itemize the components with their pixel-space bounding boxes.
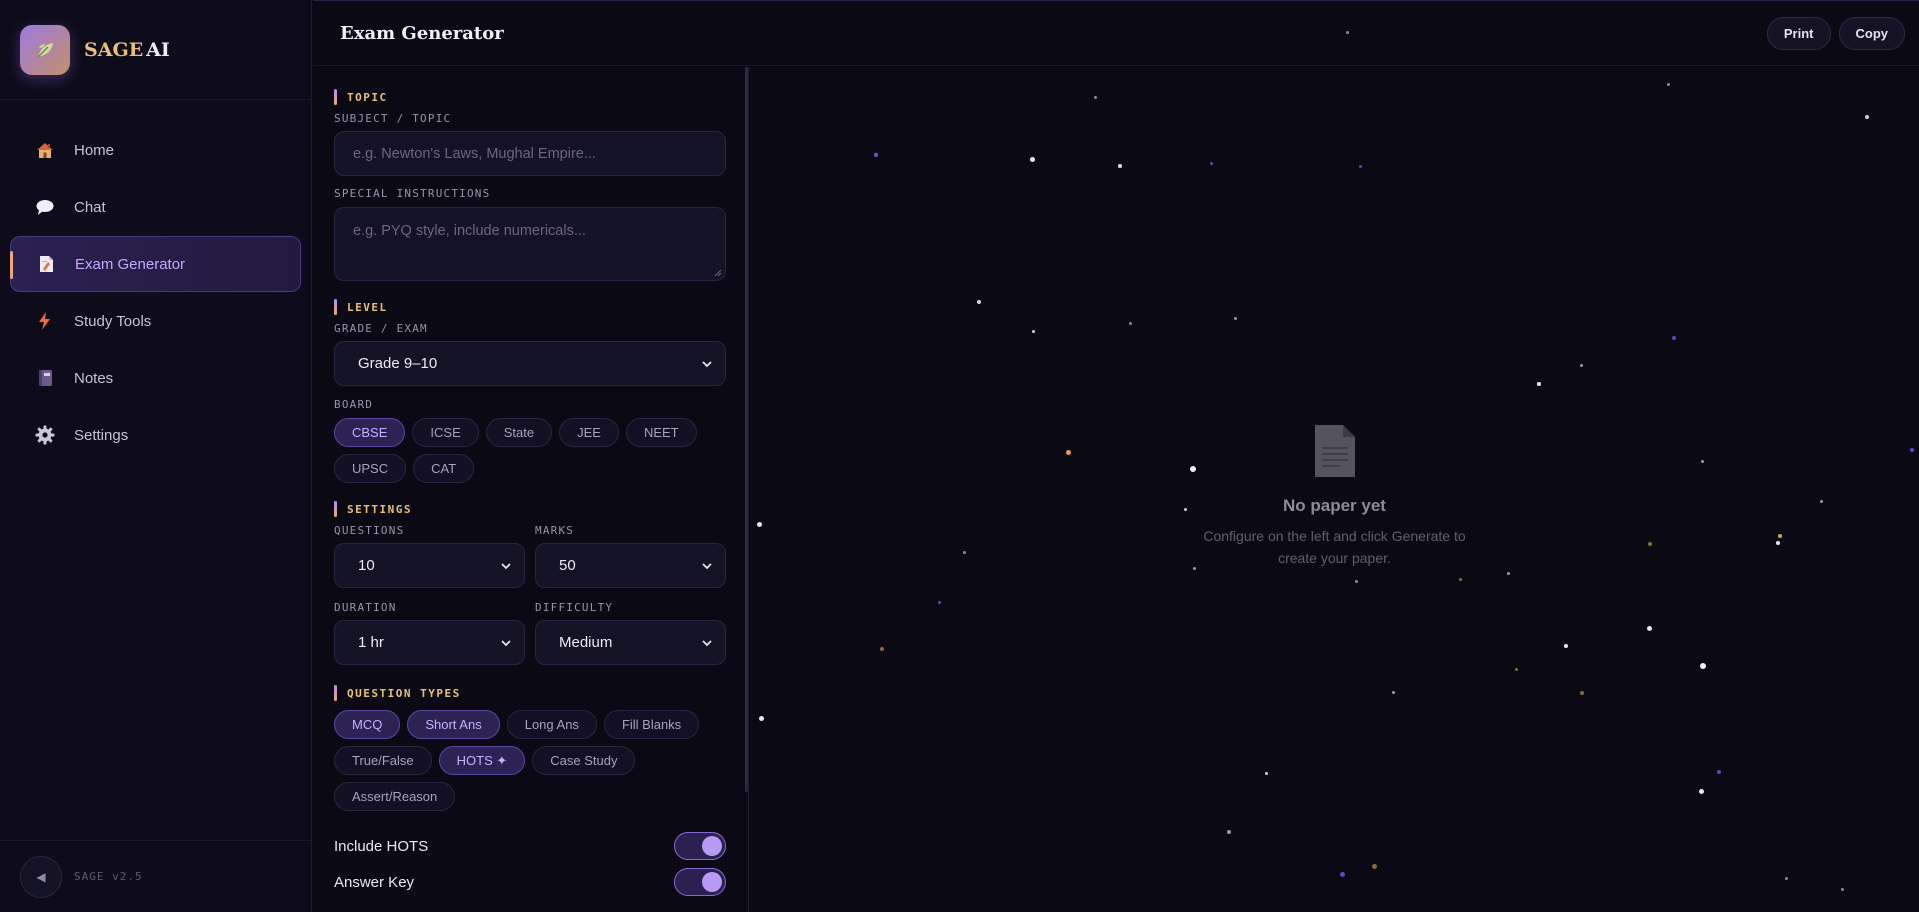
questions-value: 10 <box>358 557 375 574</box>
type-chip-short-ans[interactable]: Short Ans <box>407 710 500 739</box>
chevron-down-icon <box>702 361 712 368</box>
instructions-placeholder: e.g. PYQ style, include numericals... <box>353 223 586 239</box>
sidebar-item-label: Home <box>74 141 115 159</box>
sidebar-item-exam-generator[interactable]: Exam Generator <box>10 236 301 292</box>
sidebar-item-study-tools[interactable]: Study Tools <box>10 293 301 349</box>
print-button[interactable]: Print <box>1766 17 1831 50</box>
board-chip-neet[interactable]: NEET <box>625 418 697 447</box>
paper-preview: No paper yet Configure on the left and c… <box>750 67 1919 912</box>
house-icon <box>34 139 56 161</box>
panel-scrollbar[interactable] <box>745 67 748 792</box>
sidebar-item-label: Exam Generator <box>75 255 186 273</box>
speech-bubble-icon <box>34 196 56 218</box>
type-chip-hots[interactable]: HOTS ✦ <box>438 746 526 775</box>
empty-state: No paper yet Configure on the left and c… <box>750 423 1919 569</box>
type-chip-long-ans[interactable]: Long Ans <box>506 710 597 739</box>
duration-value: 1 hr <box>358 634 384 651</box>
sidebar-item-settings[interactable]: Settings <box>10 407 301 463</box>
brand-name: SAGE AI <box>84 39 170 61</box>
sidebar-item-notes[interactable]: Notes <box>10 350 301 406</box>
board-chip-upsc[interactable]: UPSC <box>334 454 407 483</box>
sidebar-nav: Home Chat Exam Generator Study Tools Not… <box>0 100 311 463</box>
include-hots-label: Include HOTS <box>334 837 429 855</box>
difficulty-value: Medium <box>559 634 613 651</box>
brand-name-ai: AI <box>146 38 170 61</box>
marks-select[interactable]: 50 <box>535 543 726 588</box>
sidebar: SAGE AI Home Chat Exam Generator Study T… <box>0 0 312 912</box>
include-hots-row: Include HOTS <box>334 831 726 861</box>
section-question-types: QUESTION TYPES <box>334 684 726 702</box>
difficulty-label: DIFFICULTY <box>535 601 614 614</box>
leaf-logo-icon <box>20 24 70 75</box>
difficulty-select[interactable]: Medium <box>535 620 726 665</box>
sidebar-item-home[interactable]: Home <box>10 122 301 178</box>
chevron-down-icon <box>702 640 712 647</box>
answer-key-label: Answer Key <box>334 873 415 891</box>
settings-row-2: DURATION 1 hr DIFFICULTY Medium <box>334 601 726 665</box>
type-chip-mcq[interactable]: MCQ <box>334 710 401 739</box>
document-icon <box>35 253 57 275</box>
collapse-sidebar-button[interactable]: ◀ <box>20 855 62 898</box>
section-level: LEVEL <box>334 298 726 316</box>
sidebar-item-label: Study Tools <box>74 312 152 330</box>
brand: SAGE AI <box>0 0 311 100</box>
section-settings: SETTINGS <box>334 500 726 518</box>
resize-grip-icon[interactable] <box>714 269 722 277</box>
type-chip-case-study[interactable]: Case Study <box>532 746 636 775</box>
board-label: BOARD <box>334 398 374 411</box>
section-topic: TOPIC <box>334 88 726 106</box>
page-title: Exam Generator <box>340 22 504 44</box>
empty-state-message: Configure on the left and click Generate… <box>1203 528 1466 566</box>
grade-value: Grade 9–10 <box>358 355 438 372</box>
type-chip-assert-reason[interactable]: Assert/Reason <box>334 782 456 811</box>
sidebar-item-label: Settings <box>74 426 129 444</box>
chevron-left-icon: ◀ <box>36 869 46 884</box>
document-icon <box>1314 425 1355 477</box>
copy-button[interactable]: Copy <box>1838 17 1905 50</box>
lightning-icon <box>34 310 56 332</box>
type-chip-true-false[interactable]: True/False <box>334 746 432 775</box>
sidebar-item-label: Chat <box>74 198 106 216</box>
board-chip-cat[interactable]: CAT <box>413 454 475 483</box>
instructions-label: SPECIAL INSTRUCTIONS <box>334 187 491 200</box>
duration-select[interactable]: 1 hr <box>334 620 525 665</box>
empty-state-title: No paper yet <box>1283 496 1386 515</box>
include-hots-toggle[interactable] <box>674 832 726 860</box>
board-chip-jee[interactable]: JEE <box>559 418 619 447</box>
brand-name-sage: SAGE <box>84 38 144 61</box>
sidebar-item-label: Notes <box>74 369 114 387</box>
board-chips: CBSE ICSE State JEE NEET UPSC CAT <box>334 418 734 490</box>
answer-key-toggle[interactable] <box>674 868 726 896</box>
header-actions: Print Copy <box>1766 17 1905 50</box>
marks-value: 50 <box>559 557 576 574</box>
chevron-down-icon <box>702 563 712 570</box>
instructions-textarea[interactable]: e.g. PYQ style, include numericals... <box>334 207 726 281</box>
marks-label: MARKS <box>535 524 575 537</box>
answer-key-row: Answer Key <box>334 867 726 897</box>
grade-select[interactable]: Grade 9–10 <box>334 341 726 386</box>
gear-icon <box>34 424 56 446</box>
grade-label: GRADE / EXAM <box>334 322 428 335</box>
board-chip-icse[interactable]: ICSE <box>412 418 479 447</box>
settings-row-1: QUESTIONS 10 MARKS 50 <box>334 524 726 588</box>
chevron-down-icon <box>501 640 511 647</box>
sidebar-item-chat[interactable]: Chat <box>10 179 301 235</box>
subject-label: SUBJECT / TOPIC <box>334 112 452 125</box>
board-chip-cbse[interactable]: CBSE <box>334 418 406 447</box>
questions-label: QUESTIONS <box>334 524 405 537</box>
duration-label: DURATION <box>334 601 397 614</box>
config-panel: TOPIC SUBJECT / TOPIC e.g. Newton's Laws… <box>313 67 749 912</box>
sidebar-footer: ◀ SAGE v2.5 <box>0 840 311 912</box>
page-header: Exam Generator Print Copy <box>313 0 1919 66</box>
question-type-chips: MCQ Short Ans Long Ans Fill Blanks True/… <box>334 710 734 818</box>
board-chip-state[interactable]: State <box>485 418 553 447</box>
questions-select[interactable]: 10 <box>334 543 525 588</box>
notebook-icon <box>34 367 56 389</box>
version-label: SAGE v2.5 <box>74 870 143 883</box>
chevron-down-icon <box>501 563 511 570</box>
subject-input[interactable]: e.g. Newton's Laws, Mughal Empire... <box>334 131 726 176</box>
type-chip-fill-blanks[interactable]: Fill Blanks <box>603 710 700 739</box>
